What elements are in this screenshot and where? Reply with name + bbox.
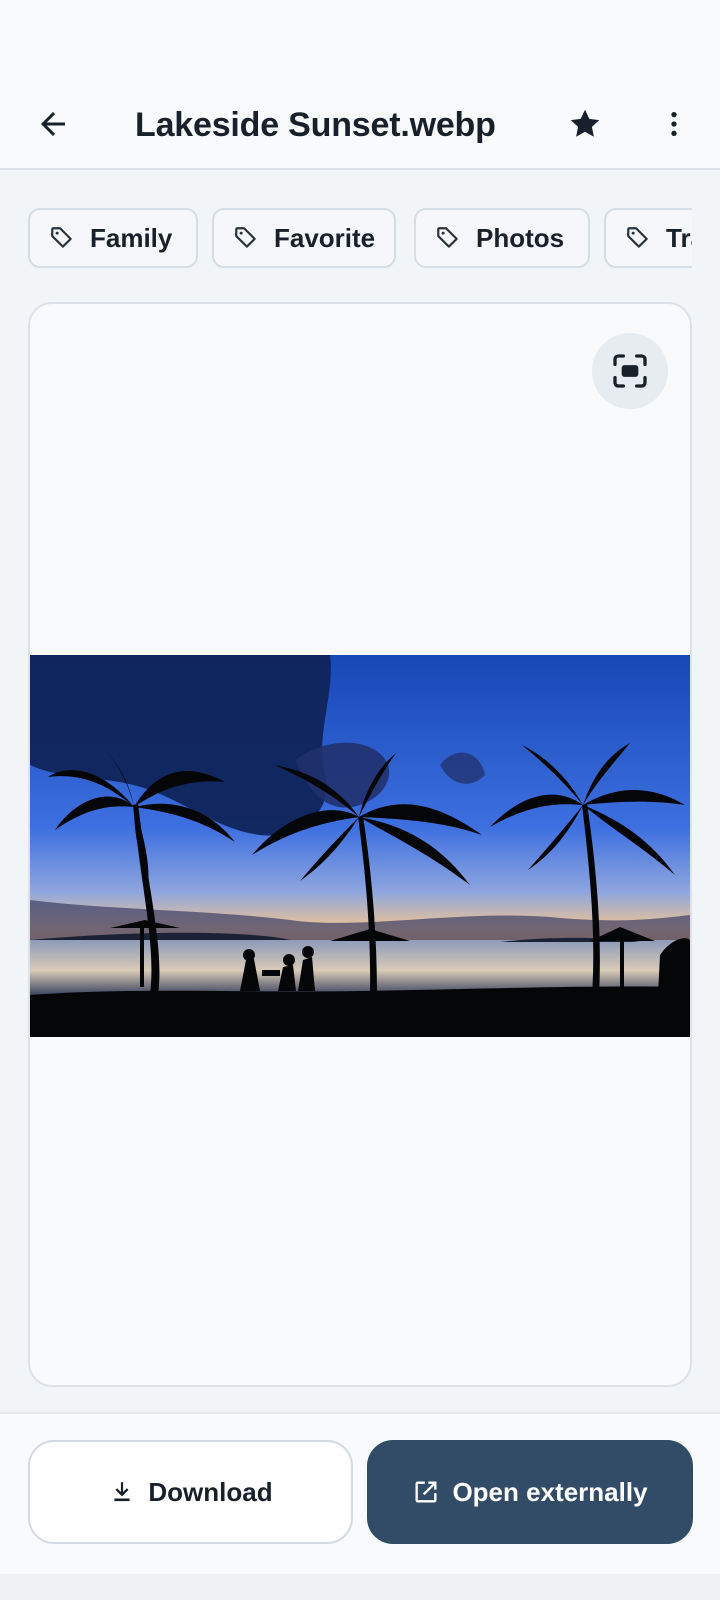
tag-label: Favorite	[274, 222, 376, 253]
tag-chip-photos[interactable]: Photos	[414, 208, 590, 268]
more-options-button[interactable]	[646, 96, 702, 152]
fit-screen-icon	[613, 354, 647, 388]
tag-icon	[232, 224, 260, 252]
file-title: Lakeside Sunset.webp	[135, 106, 496, 144]
download-icon	[108, 1478, 136, 1506]
tag-label: Travel	[666, 222, 692, 253]
tag-chip-travel[interactable]: Travel	[604, 208, 692, 268]
photo-preview[interactable]	[30, 655, 690, 1037]
more-vertical-icon	[671, 112, 677, 136]
open-in-new-icon	[412, 1478, 440, 1506]
tag-chip-family[interactable]: Family	[28, 208, 198, 268]
open-externally-label: Open externally	[452, 1476, 648, 1507]
gesture-nav-area	[0, 1574, 720, 1600]
download-label: Download	[148, 1476, 273, 1507]
favorite-button[interactable]	[557, 96, 613, 152]
tag-chip-row: Family Favorite Photos Travel	[28, 208, 692, 272]
tag-icon	[434, 224, 462, 252]
download-button[interactable]: Download	[28, 1440, 353, 1544]
open-externally-button[interactable]: Open externally	[367, 1440, 693, 1544]
tag-chip-favorite[interactable]: Favorite	[212, 208, 396, 268]
top-app-bar: Lakeside Sunset.webp	[0, 80, 720, 170]
tag-label: Family	[90, 222, 173, 253]
tag-icon	[624, 224, 652, 252]
fit-screen-button[interactable]	[592, 333, 668, 409]
image-preview-card	[28, 302, 692, 1387]
tag-label: Photos	[476, 222, 565, 253]
back-button[interactable]	[25, 96, 81, 152]
arrow-left-icon	[41, 112, 65, 136]
tag-icon	[48, 224, 76, 252]
star-icon	[570, 109, 600, 137]
status-bar-area	[0, 0, 720, 80]
